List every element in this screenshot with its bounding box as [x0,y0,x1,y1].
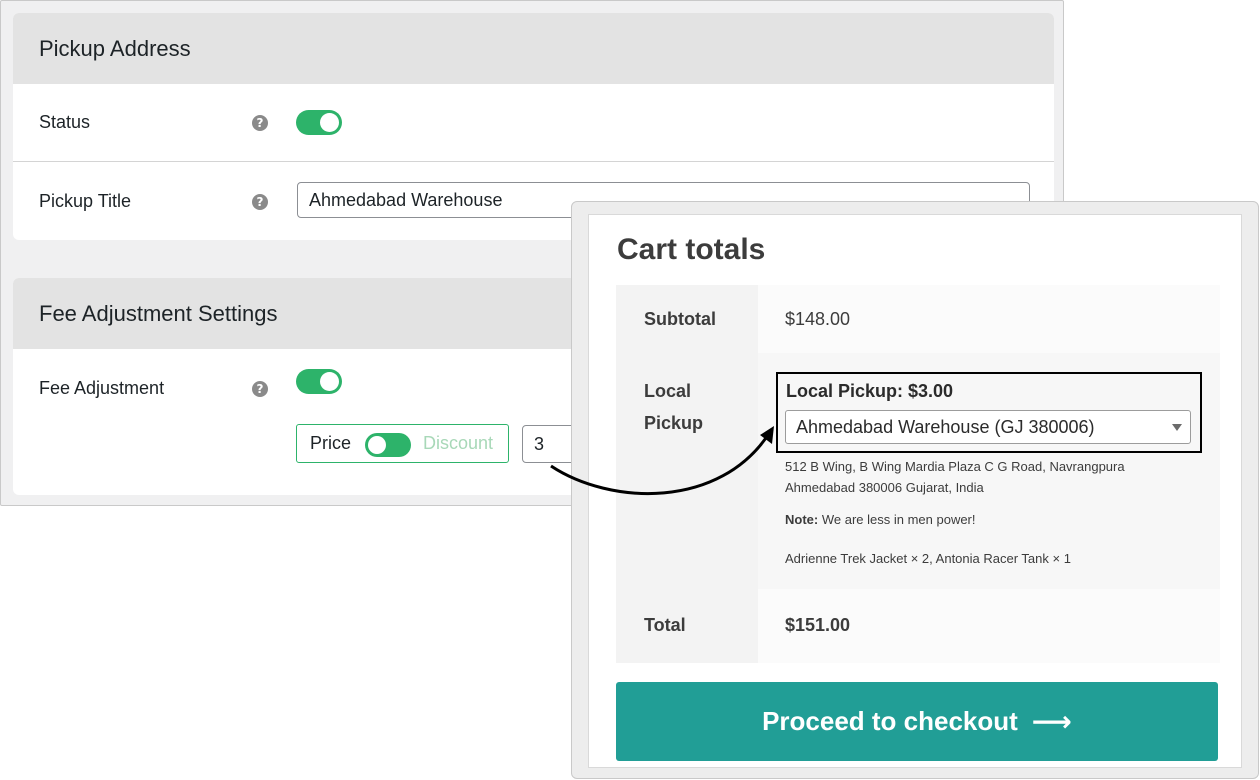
cart-totals-title: Cart totals [617,233,766,266]
note-text: We are less in men power! [821,512,976,527]
help-icon[interactable]: ? [252,381,268,397]
price-label: Price [310,433,352,453]
local-pickup-label-line2: Pickup [644,413,704,433]
cart-totals-table: Subtotal $148.00 Local Pickup Local Pick… [616,285,1220,663]
checkout-label: Proceed to checkout [762,706,1018,736]
address-line-2: Ahmedabad 380006 Gujarat, India [785,480,984,495]
pickup-address-title: Pickup Address [13,13,1054,84]
chevron-down-icon [1172,424,1182,431]
status-label: Status [39,112,91,132]
pickup-highlight-box: Local Pickup: $3.00 Ahmedabad Warehouse … [776,372,1202,453]
note-label: Note: [785,512,819,527]
total-value: $151.00 [785,615,851,635]
status-row: Status ? [13,84,1054,162]
pickup-title-label: Pickup Title [39,191,132,211]
total-label: Total [644,615,686,635]
proceed-to-checkout-button[interactable]: Proceed to checkout ⟶ [616,682,1218,761]
help-icon[interactable]: ? [252,115,268,131]
cart-totals-panel: Cart totals Subtotal $148.00 Local Picku… [588,214,1242,768]
price-discount-toggle[interactable] [365,433,411,457]
fee-adjustment-label: Fee Adjustment [39,378,165,398]
toggle-knob [320,372,339,391]
price-discount-switch[interactable]: Price Discount [296,424,509,463]
cart-items-summary: Adrienne Trek Jacket × 2, Antonia Racer … [785,551,1071,566]
discount-label: Discount [423,433,494,453]
subtotal-value: $148.00 [785,309,851,329]
fee-adjustment-toggle[interactable] [296,369,342,394]
status-toggle[interactable] [296,110,342,135]
pickup-heading: Local Pickup: $3.00 [786,381,954,401]
subtotal-row: Subtotal $148.00 [616,285,1220,353]
total-row: Total $151.00 [616,589,1220,663]
pickup-note: Note: We are less in men power! [785,512,976,527]
toggle-knob [368,436,386,454]
local-pickup-label-line1: Local [644,381,692,401]
local-pickup-row: Local Pickup Local Pickup: $3.00 Ahmedab… [616,353,1220,589]
pickup-location-select[interactable]: Ahmedabad Warehouse (GJ 380006) [785,410,1191,444]
pickup-select-value: Ahmedabad Warehouse (GJ 380006) [796,416,1095,437]
help-icon[interactable]: ? [252,194,268,210]
cart-totals-card: Cart totals Subtotal $148.00 Local Picku… [571,201,1259,779]
toggle-knob [320,113,339,132]
subtotal-label: Subtotal [644,309,716,329]
arrow-right-icon: ⟶ [1031,705,1072,737]
address-line-1: 512 B Wing, B Wing Mardia Plaza C G Road… [785,459,1125,474]
